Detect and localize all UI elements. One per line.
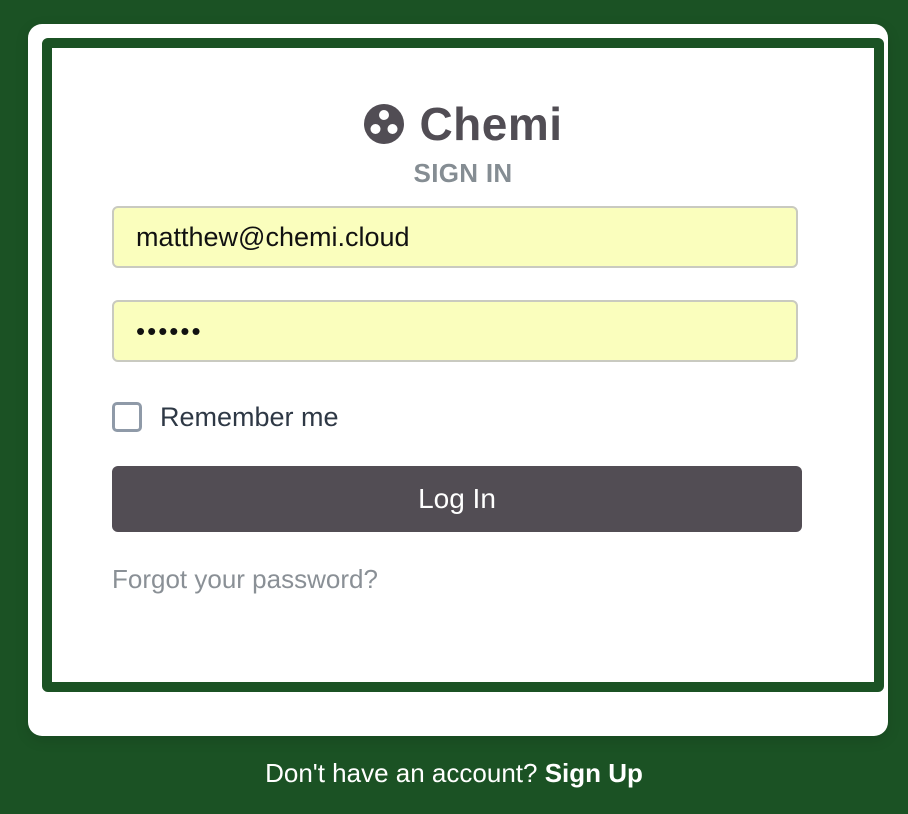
email-field[interactable]: matthew@chemi.cloud xyxy=(112,206,798,268)
sign-in-title: SIGN IN xyxy=(413,158,513,188)
sign-up-link[interactable]: Sign Up xyxy=(545,758,643,788)
password-field[interactable]: •••••• xyxy=(112,300,798,362)
email-value: matthew@chemi.cloud xyxy=(136,221,410,252)
brand-name: Chemi xyxy=(419,98,563,150)
footer: Don't have an account? Sign Up xyxy=(0,758,908,789)
brand-header: Chemi xyxy=(52,96,874,152)
remember-me-checkbox[interactable] xyxy=(112,402,142,432)
forgot-password-link[interactable]: Forgot your password? xyxy=(112,564,378,595)
remember-me-row[interactable]: Remember me xyxy=(112,400,339,434)
login-panel: Chemi SIGN IN matthew@chemi.cloud ••••••… xyxy=(42,38,884,692)
signup-prompt: Don't have an account? xyxy=(265,758,538,788)
login-button[interactable]: Log In xyxy=(112,466,802,532)
login-card: Chemi SIGN IN matthew@chemi.cloud ••••••… xyxy=(28,24,888,736)
password-value: •••••• xyxy=(136,315,203,346)
remember-me-label[interactable]: Remember me xyxy=(160,402,339,433)
molecule-logo-icon xyxy=(363,103,405,145)
